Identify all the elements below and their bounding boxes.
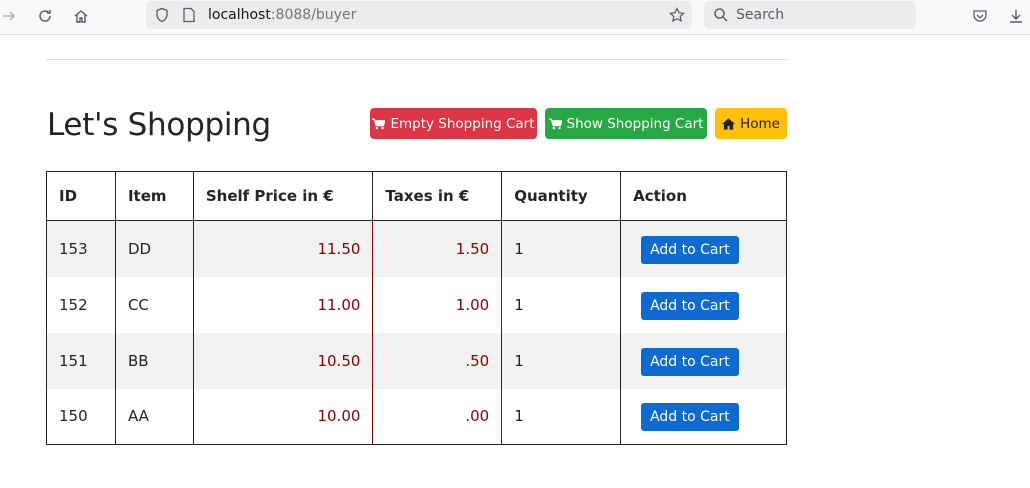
- empty-cart-label: Empty Shopping Cart: [390, 115, 535, 132]
- cell-id: 153: [46, 220, 116, 277]
- header-shelf-price: Shelf Price in €: [192, 171, 374, 221]
- search-bar[interactable]: Search: [704, 1, 916, 29]
- home-button[interactable]: Home: [715, 108, 787, 139]
- cell-tax: 1.50: [372, 220, 503, 277]
- header-id: ID: [46, 171, 116, 221]
- search-placeholder: Search: [736, 7, 785, 23]
- add-to-cart-button[interactable]: Add to Cart: [641, 235, 739, 264]
- url-path: :8088/buyer: [270, 7, 357, 23]
- cell-action: Add to Cart: [620, 388, 787, 445]
- page-title: Let's Shopping: [47, 107, 271, 143]
- cell-quantity: 1: [501, 276, 622, 333]
- cell-tax: .00: [372, 388, 503, 445]
- add-to-cart-button[interactable]: Add to Cart: [641, 291, 739, 320]
- search-icon: [708, 4, 734, 26]
- empty-cart-button[interactable]: Empty Shopping Cart: [370, 108, 537, 139]
- reload-icon[interactable]: [32, 5, 58, 27]
- home-icon: [722, 117, 736, 130]
- cart-icon: [548, 117, 562, 129]
- shield-icon[interactable]: [149, 4, 175, 26]
- add-to-cart-button[interactable]: Add to Cart: [641, 347, 739, 376]
- add-to-cart-button[interactable]: Add to Cart: [641, 403, 739, 432]
- cell-tax: 1.00: [372, 276, 503, 333]
- products-table: ID Item Shelf Price in € Taxes in € Quan…: [46, 171, 787, 445]
- browser-toolbar: localhost:8088/buyer Search: [0, 0, 1030, 35]
- table-row: 151 BB 10.50 .50 1 Add to Cart: [46, 332, 787, 389]
- show-cart-label: Show Shopping Cart: [566, 115, 704, 132]
- home-icon[interactable]: [68, 5, 94, 27]
- table-row: 152 CC 11.00 1.00 1 Add to Cart: [46, 276, 787, 333]
- cell-action: Add to Cart: [620, 220, 787, 277]
- header-taxes: Taxes in €: [372, 171, 503, 221]
- header-action: Action: [620, 171, 787, 221]
- table-row: 150 AA 10.00 .00 1 Add to Cart: [46, 388, 787, 445]
- cell-id: 150: [46, 388, 116, 445]
- table-header-row: ID Item Shelf Price in € Taxes in € Quan…: [46, 171, 787, 221]
- cart-icon: [372, 117, 386, 129]
- cell-item: CC: [114, 276, 194, 333]
- cell-item: DD: [114, 220, 194, 277]
- cell-action: Add to Cart: [620, 332, 787, 389]
- cell-price: 11.50: [192, 220, 374, 277]
- cell-quantity: 1: [501, 332, 622, 389]
- home-label: Home: [740, 115, 780, 132]
- cell-tax: .50: [372, 332, 503, 389]
- header-item: Item: [114, 171, 194, 221]
- page-icon[interactable]: [176, 4, 202, 26]
- cell-price: 10.50: [192, 332, 374, 389]
- url-bar[interactable]: localhost:8088/buyer: [146, 1, 692, 29]
- cell-action: Add to Cart: [620, 276, 787, 333]
- forward-icon[interactable]: [0, 5, 22, 27]
- table-row: 153 DD 11.50 1.50 1 Add to Cart: [46, 220, 787, 277]
- url-host: localhost: [208, 7, 271, 23]
- cell-id: 152: [46, 276, 116, 333]
- cell-price: 11.00: [192, 276, 374, 333]
- cell-item: AA: [114, 388, 194, 445]
- cell-price: 10.00: [192, 388, 374, 445]
- show-cart-button[interactable]: Show Shopping Cart: [545, 108, 707, 139]
- cell-item: BB: [114, 332, 194, 389]
- divider: [46, 59, 787, 60]
- header-quantity: Quantity: [501, 171, 622, 221]
- bookmark-star-icon[interactable]: [664, 4, 690, 26]
- pocket-icon[interactable]: [967, 5, 993, 27]
- cell-id: 151: [46, 332, 116, 389]
- cell-quantity: 1: [501, 388, 622, 445]
- download-icon[interactable]: [1003, 5, 1029, 27]
- cell-quantity: 1: [501, 220, 622, 277]
- url-text[interactable]: localhost:8088/buyer: [208, 7, 356, 23]
